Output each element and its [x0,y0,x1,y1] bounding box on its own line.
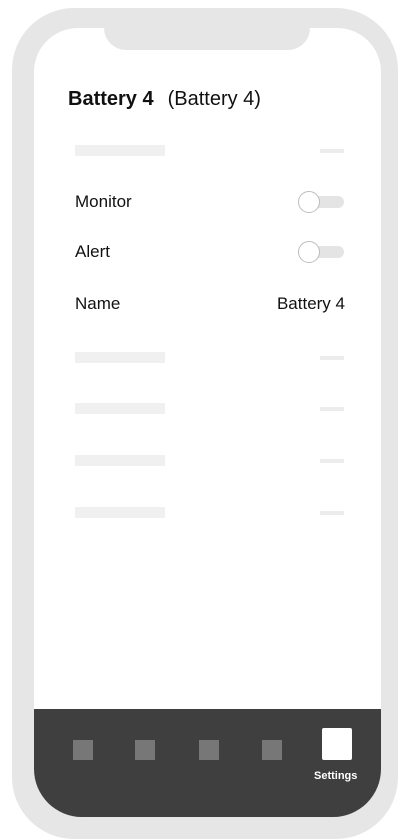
tab-4-icon[interactable] [262,740,282,760]
monitor-row: Monitor [75,190,345,214]
placeholder-label [75,352,165,363]
placeholder-row [75,450,345,474]
placeholder-value [320,149,344,153]
placeholder-label [75,507,165,518]
toggle-knob [298,191,320,213]
placeholder-row [75,347,345,371]
placeholder-value [320,511,344,515]
placeholder-label [75,455,165,466]
name-value[interactable]: Battery 4 [277,292,345,316]
placeholder-value [320,459,344,463]
placeholder-row [75,140,345,164]
name-row[interactable]: Name Battery 4 [75,292,345,316]
bottom-tab-bar: Settings [34,709,381,817]
tab-1-icon[interactable] [73,740,93,760]
monitor-label: Monitor [75,192,132,211]
placeholder-label [75,403,165,414]
phone-notch [104,8,310,50]
alert-label: Alert [75,242,110,261]
page-header: Battery 4 (Battery 4) [68,88,261,111]
settings-tab-label[interactable]: Settings [314,770,357,782]
placeholder-label [75,145,165,156]
placeholder-row [75,398,345,422]
tab-3-icon[interactable] [199,740,219,760]
placeholder-value [320,356,344,360]
alert-toggle[interactable] [298,241,344,263]
toggle-knob [298,241,320,263]
alert-row: Alert [75,240,345,264]
settings-tab-icon[interactable] [322,728,352,760]
monitor-toggle[interactable] [298,191,344,213]
tab-2-icon[interactable] [135,740,155,760]
device-subtitle: (Battery 4) [167,88,261,110]
name-label: Name [75,294,121,313]
placeholder-value [320,407,344,411]
placeholder-row [75,502,345,526]
device-title: Battery 4 [68,88,154,110]
